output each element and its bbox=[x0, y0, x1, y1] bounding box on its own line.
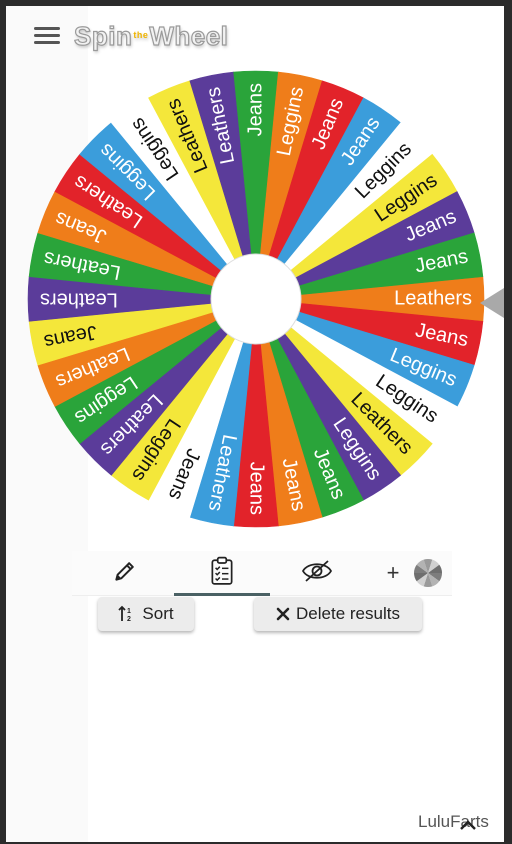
app-frame: Spin the Wheel Leathers Jeans Leggins Leggi… bbox=[6, 6, 504, 842]
chevron-up-icon[interactable] bbox=[458, 818, 478, 832]
tab-results[interactable] bbox=[174, 551, 270, 595]
tab-hidden[interactable] bbox=[284, 551, 350, 595]
pencil-icon bbox=[112, 558, 138, 589]
tab-bar: + bbox=[72, 551, 452, 596]
add-wheel-button[interactable]: + bbox=[378, 551, 408, 595]
svg-text:1: 1 bbox=[127, 608, 131, 615]
delete-results-label: Delete results bbox=[296, 604, 400, 623]
watermark: LuluFarts bbox=[418, 812, 489, 831]
svg-text:2: 2 bbox=[127, 616, 131, 623]
tab-edit[interactable] bbox=[92, 551, 158, 595]
wheel-pointer-icon bbox=[480, 288, 504, 318]
wheel-segment-label: Jeans bbox=[244, 83, 266, 136]
clipboard-list-icon bbox=[209, 556, 235, 591]
active-tab-indicator bbox=[174, 593, 270, 596]
sort-numeric-icon: 1 2 bbox=[118, 605, 136, 623]
wheel-hub[interactable] bbox=[210, 253, 302, 345]
mini-wheel-icon[interactable] bbox=[410, 551, 446, 595]
eye-off-icon bbox=[301, 559, 333, 588]
sort-label: Sort bbox=[142, 604, 174, 623]
close-icon bbox=[276, 607, 290, 621]
sort-button[interactable]: 1 2 Sort bbox=[98, 597, 194, 631]
wheel-segment-label: Jeans bbox=[246, 462, 268, 515]
spin-wheel[interactable]: LeathersJeansLegginsLegginsLeathersLeggi… bbox=[6, 6, 504, 546]
wheel-segment-label: Leathers bbox=[394, 287, 472, 309]
delete-results-button[interactable]: Delete results bbox=[254, 597, 422, 631]
wheel-segment-label: Leathers bbox=[40, 289, 118, 311]
